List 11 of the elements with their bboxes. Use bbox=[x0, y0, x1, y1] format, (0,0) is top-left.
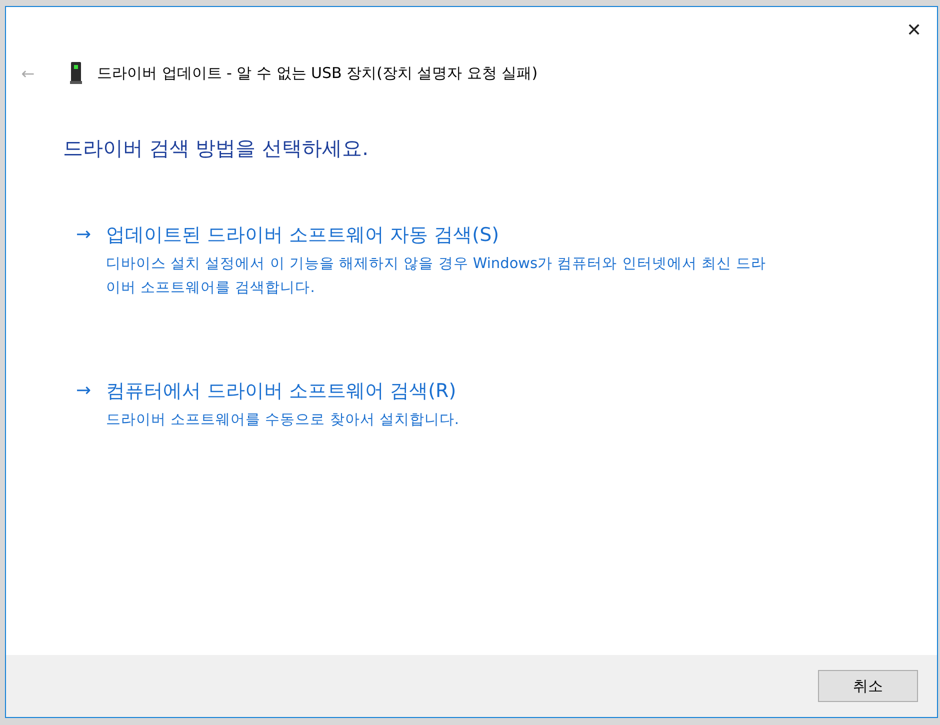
cancel-button[interactable]: 취소 bbox=[818, 670, 918, 702]
arrow-icon: → bbox=[76, 378, 106, 432]
option-link[interactable]: 업데이트된 드라이버 소프트웨어 자동 검색(S) bbox=[106, 222, 776, 248]
close-button[interactable]: ✕ bbox=[891, 7, 937, 53]
option-description: 디바이스 설치 설정에서 이 기능을 해제하지 않을 경우 Windows가 컴퓨터와 인터넷에서 최신 드라이버 소프트웨어를 검색합니다. bbox=[106, 255, 768, 298]
window-title: 드라이버 업데이트 - 알 수 없는 USB 장치(장치 설명자 요청 실패) bbox=[97, 64, 538, 82]
instruction-heading: 드라이버 검색 방법을 선택하세요. bbox=[63, 135, 370, 162]
option-description: 드라이버 소프트웨어를 수동으로 찾아서 설치합니다. bbox=[106, 411, 460, 430]
option-link[interactable]: 컴퓨터에서 드라이버 소프트웨어 검색(R) bbox=[106, 378, 776, 404]
usb-device-icon bbox=[70, 62, 82, 84]
arrow-icon: → bbox=[76, 222, 106, 300]
